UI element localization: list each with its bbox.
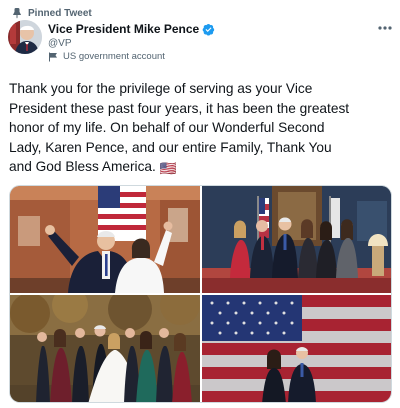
author-display-name[interactable]: Vice President Mike Pence xyxy=(48,22,199,36)
tweet-text-line-last: and God Bless America. 🇺🇸 xyxy=(9,157,395,179)
pin-icon xyxy=(12,8,22,19)
pinned-label: Pinned Tweet xyxy=(28,7,92,19)
verified-badge-icon xyxy=(202,23,215,36)
tweet-text-line: Thank you for the privilege of serving a… xyxy=(9,81,313,96)
account-label[interactable]: US government account xyxy=(48,51,165,62)
tweet-text-segment: and God Bless America. xyxy=(9,159,156,174)
tweet-text: Thank you for the privilege of serving a… xyxy=(9,79,395,179)
us-flag-icon xyxy=(49,52,57,61)
tweet-text-line: Lady, Karen Pence, and our entire Family… xyxy=(9,139,332,155)
photo-group-with-flags[interactable] xyxy=(202,186,391,293)
account-label-text: US government account xyxy=(63,51,165,62)
photo-couple-waving[interactable] xyxy=(10,186,200,293)
tweet-text-line: President these past four years, it has … xyxy=(9,100,350,116)
tweet-text-line: honor of my life. On behalf of our Wonde… xyxy=(9,120,325,135)
author-handle[interactable]: @VP xyxy=(48,38,72,49)
author-name-row[interactable]: Vice President Mike Pence xyxy=(48,22,215,36)
flag-emoji: 🇺🇸 xyxy=(159,161,177,176)
more-icon[interactable] xyxy=(376,23,394,33)
tweet-card[interactable]: Pinned Tweet Vice President Mike Pence @… xyxy=(0,0,400,408)
avatar[interactable] xyxy=(8,20,42,54)
photo-wedding-family[interactable] xyxy=(10,295,200,402)
media-grid xyxy=(9,185,392,403)
photo-couple-flag-backdrop[interactable] xyxy=(202,295,391,402)
pinned-indicator: Pinned Tweet xyxy=(11,6,92,20)
